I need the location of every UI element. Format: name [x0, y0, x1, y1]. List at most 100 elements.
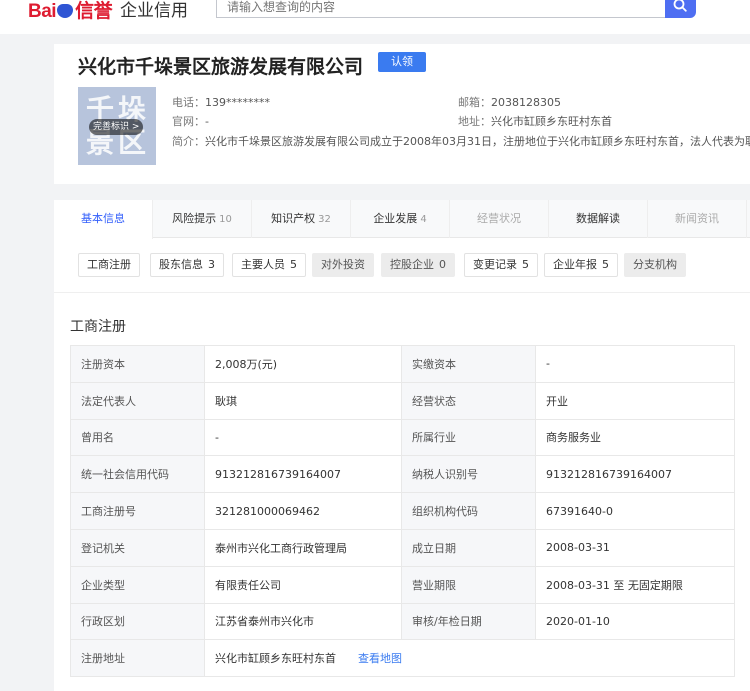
table-row: 登记机关 泰州市兴化工商行政管理局 成立日期 2008-03-31 — [70, 528, 735, 567]
website-label: 官网： — [172, 115, 205, 128]
tab-label: 企业发展 — [373, 212, 418, 225]
field-value: 有限责任公司 — [204, 565, 402, 604]
company-logo[interactable]: 千垛景区 完善标识 > — [78, 87, 156, 165]
subtab-count: 5 — [290, 258, 297, 271]
field-value: 2020-01-10 — [535, 602, 735, 641]
subtab-holdings[interactable]: 控股企业 0 — [381, 253, 455, 277]
tab-label: 数据解读 — [576, 212, 620, 225]
subtab-label: 股东信息 — [159, 258, 203, 271]
field-label: 统一社会信用代码 — [70, 455, 205, 494]
field-value: - — [204, 418, 402, 457]
subtab-label: 主要人员 — [241, 258, 285, 271]
field-label: 实缴资本 — [401, 345, 536, 383]
phone-label: 电话： — [172, 96, 205, 109]
field-value: 泰州市兴化工商行政管理局 — [204, 528, 402, 567]
intro-value: 兴化市千垛景区旅游发展有限公司成立于2008年03月31日，注册地位于兴化市缸顾… — [205, 135, 750, 148]
tab-risk[interactable]: 风险提示 10 — [153, 200, 252, 238]
tab-ip[interactable]: 知识产权 32 — [252, 200, 351, 238]
field-label: 营业期限 — [401, 565, 536, 604]
field-label: 登记机关 — [70, 528, 205, 567]
table-row: 注册地址 兴化市缸顾乡东旺村东首 查看地图 — [70, 639, 735, 678]
paw-icon — [57, 4, 74, 18]
subtab-shareholders[interactable]: 股东信息 3 — [150, 253, 224, 277]
subtab-count: 5 — [522, 258, 529, 271]
claim-button[interactable]: 认领 — [378, 52, 426, 72]
field-label: 注册地址 — [70, 639, 205, 678]
field-label: 纳税人识别号 — [401, 455, 536, 494]
subtab-key-personnel[interactable]: 主要人员 5 — [232, 253, 306, 277]
tab-label: 知识产权 — [271, 212, 316, 225]
field-value: 321281000069462 — [204, 492, 402, 530]
field-value: 耿琪 — [204, 381, 402, 420]
section-divider — [54, 292, 750, 293]
subtab-change-log[interactable]: 变更记录 5 — [464, 253, 538, 277]
field-label: 审核/年检日期 — [401, 602, 536, 641]
field-label: 企业类型 — [70, 565, 205, 604]
email-label: 邮箱： — [458, 96, 491, 109]
table-row: 注册资本 2,008万(元) 实缴资本 - — [70, 345, 735, 383]
tab-count: 4 — [420, 214, 427, 225]
field-value: 913212816739164007 — [535, 455, 735, 494]
website-value: - — [205, 115, 209, 128]
tab-news[interactable]: 新闻资讯 — [648, 200, 747, 238]
tab-label: 风险提示 — [172, 212, 217, 225]
tab-label: 经营状况 — [477, 212, 521, 225]
field-label: 工商注册号 — [70, 492, 205, 530]
field-value: 67391640-0 — [535, 492, 735, 530]
product-name: 企业信用 — [120, 1, 188, 21]
view-map-link[interactable]: 查看地图 — [358, 652, 402, 665]
field-label: 注册资本 — [70, 345, 205, 383]
subtab-label: 分支机构 — [633, 258, 677, 271]
company-card: 兴化市千垛景区旅游发展有限公司 认领 千垛景区 完善标识 > 电话：139***… — [54, 44, 750, 184]
subtab-label: 企业年报 — [553, 258, 597, 271]
subtab-count: 5 — [602, 258, 609, 271]
top-bar: Bai 信誉 企业信用 — [0, 0, 750, 34]
search-button[interactable] — [665, 0, 696, 18]
tab-data-insights[interactable]: 数据解读 — [549, 200, 648, 238]
subtab-label: 对外投资 — [321, 258, 365, 271]
field-label: 经营状态 — [401, 381, 536, 420]
table-row: 工商注册号 321281000069462 组织机构代码 67391640-0 — [70, 492, 735, 530]
field-value: 2008-03-31 至 无固定期限 — [535, 565, 735, 604]
field-value: 开业 — [535, 381, 735, 420]
subtab-registration[interactable]: 工商注册 — [78, 253, 140, 277]
tab-count: 10 — [219, 214, 232, 225]
section-title: 工商注册 — [70, 319, 126, 335]
field-label: 行政区划 — [70, 602, 205, 641]
search-input[interactable] — [216, 0, 666, 18]
subtab-label: 变更记录 — [473, 258, 517, 271]
field-label: 成立日期 — [401, 528, 536, 567]
subtab-count: 3 — [208, 258, 215, 271]
registered-address-cell: 兴化市缸顾乡东旺村东首 查看地图 — [204, 639, 735, 678]
tab-basic-info[interactable]: 基本信息 — [54, 200, 153, 239]
subtab-annual-reports[interactable]: 企业年报 5 — [544, 253, 618, 277]
address-label: 地址： — [458, 115, 491, 128]
registered-address-value: 兴化市缸顾乡东旺村东首 — [215, 652, 336, 666]
table-row: 企业类型 有限责任公司 营业期限 2008-03-31 至 无固定期限 — [70, 565, 735, 604]
subtab-investments[interactable]: 对外投资 — [312, 253, 374, 277]
subtab-label: 控股企业 — [390, 258, 434, 271]
tab-count: 32 — [318, 214, 331, 225]
address-info: 地址：兴化市缸顾乡东旺村东首 — [458, 113, 612, 129]
field-label: 组织机构代码 — [401, 492, 536, 530]
table-row: 统一社会信用代码 913212816739164007 纳税人识别号 91321… — [70, 455, 735, 494]
tab-label: 新闻资讯 — [675, 212, 719, 225]
phone-value: 139******** — [205, 96, 270, 109]
field-label: 曾用名 — [70, 418, 205, 457]
table-row: 曾用名 - 所属行业 商务服务业 — [70, 418, 735, 457]
website-info: 官网：- — [172, 113, 209, 129]
tab-development[interactable]: 企业发展 4 — [351, 200, 450, 238]
email-info: 邮箱：2038128305 — [458, 94, 561, 110]
table-row: 法定代表人 耿琪 经营状态 开业 — [70, 381, 735, 420]
logo-text-left: Bai — [28, 1, 57, 22]
field-value: - — [535, 345, 735, 383]
field-label: 所属行业 — [401, 418, 536, 457]
field-value: 2008-03-31 — [535, 528, 735, 567]
complete-logo-badge[interactable]: 完善标识 > — [89, 119, 144, 135]
subtab-branches[interactable]: 分支机构 — [624, 253, 686, 277]
field-value: 江苏省泰州市兴化市 — [204, 602, 402, 641]
baidu-logo[interactable]: Bai 信誉 — [28, 0, 113, 23]
intro-label: 简介： — [172, 135, 205, 148]
field-value: 商务服务业 — [535, 418, 735, 457]
tab-operations[interactable]: 经营状况 — [450, 200, 549, 238]
